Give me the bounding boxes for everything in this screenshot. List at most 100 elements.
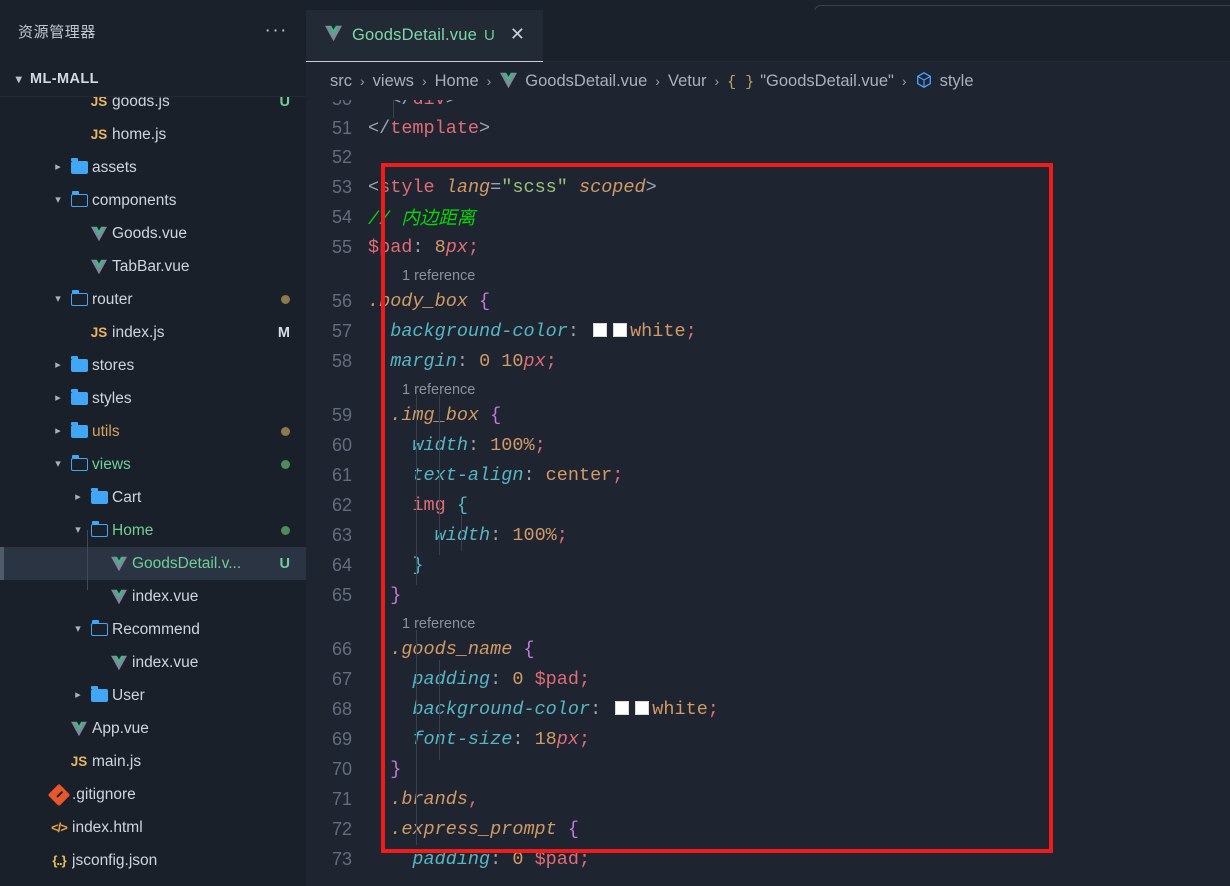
code-line-content[interactable]: }: [368, 759, 1230, 780]
breadcrumb-item-4[interactable]: GoodsDetail.vue: [499, 72, 647, 91]
indent-guide: [393, 100, 394, 118]
code-line-content[interactable]: .img_box {: [368, 405, 1230, 426]
tree-file-row[interactable]: App.vue: [0, 712, 306, 745]
code-line-content[interactable]: padding: 0 $pad;: [368, 849, 1230, 870]
code-line-content[interactable]: }: [368, 555, 1230, 576]
chevron-right-icon[interactable]: ▸: [50, 393, 66, 404]
workspace-root-label: ML-MALL: [30, 71, 99, 87]
code-line[interactable]: 51 </template>: [306, 113, 1230, 143]
tree-folder-row[interactable]: ▾ Recommend: [0, 613, 306, 646]
chevron-down-icon[interactable]: ▾: [70, 624, 86, 635]
tree-file-row[interactable]: GoodsDetail.v... U: [0, 547, 306, 580]
code-line[interactable]: 62 img {: [306, 490, 1230, 520]
tree-file-row[interactable]: index.vue: [0, 580, 306, 613]
tree-file-row[interactable]: JS goods.js U: [0, 97, 306, 118]
tree-folder-row[interactable]: ▾ views: [0, 448, 306, 481]
code-line-content[interactable]: </template>: [368, 118, 1230, 139]
chevron-down-icon[interactable]: ▾: [50, 294, 66, 305]
breadcrumb[interactable]: src › views › Home › GoodsDetail.vue › Vetur › { }…: [306, 62, 1230, 100]
code-line-content[interactable]: .express_prompt {: [368, 819, 1230, 840]
code-line[interactable]: 63 width: 100%;: [306, 520, 1230, 550]
code-line-content[interactable]: $pad: 8px;: [368, 237, 1230, 258]
tree-file-row[interactable]: Goods.vue: [0, 217, 306, 250]
code-line[interactable]: 57 background-color: white;: [306, 316, 1230, 346]
code-line[interactable]: 64 }: [306, 550, 1230, 580]
code-line[interactable]: 61 text-align: center;: [306, 460, 1230, 490]
tree-folder-row[interactable]: ▸ utils: [0, 415, 306, 448]
tree-file-row[interactable]: .gitignore: [0, 778, 306, 811]
close-icon[interactable]: ✕: [504, 25, 529, 46]
chevron-down-icon[interactable]: ▾: [8, 72, 30, 86]
tree-folder-row[interactable]: ▾ Home: [0, 514, 306, 547]
tree-folder-row[interactable]: ▾ components: [0, 184, 306, 217]
breadcrumb-item-5[interactable]: Vetur: [668, 72, 707, 91]
code-line-content[interactable]: margin: 0 10px;: [368, 351, 1230, 372]
code-line-content[interactable]: }: [368, 585, 1230, 606]
code-line[interactable]: 52: [306, 142, 1230, 172]
code-line[interactable]: 70 }: [306, 754, 1230, 784]
code-line-content[interactable]: background-color: white;: [368, 321, 1230, 342]
code-line[interactable]: 50 </div>: [306, 100, 1230, 114]
code-line[interactable]: 71 .brands,: [306, 784, 1230, 814]
code-line[interactable]: 59 .img_box {: [306, 400, 1230, 430]
tree-folder-row[interactable]: ▸ stores: [0, 349, 306, 382]
line-number: 70: [331, 758, 352, 779]
chevron-right-icon[interactable]: ▸: [70, 690, 86, 701]
workspace-root-row[interactable]: ▾ ML-MALL: [0, 62, 306, 96]
code-line-content[interactable]: .goods_name {: [368, 639, 1230, 660]
chevron-down-icon[interactable]: ▾: [70, 525, 86, 536]
tree-file-row[interactable]: </> index.html: [0, 811, 306, 844]
breadcrumb-item-2[interactable]: views: [373, 72, 414, 91]
code-line[interactable]: 58 margin: 0 10px;: [306, 346, 1230, 376]
chevron-right-icon[interactable]: ▸: [50, 360, 66, 371]
code-line-content[interactable]: img {: [368, 495, 1230, 516]
tree-file-row[interactable]: JS main.js: [0, 745, 306, 778]
code-line[interactable]: 73 padding: 0 $pad;: [306, 844, 1230, 874]
breadcrumb-item-6[interactable]: { } "GoodsDetail.vue": [727, 72, 894, 91]
tree-folder-row[interactable]: ▸ Cart: [0, 481, 306, 514]
code-line-content[interactable]: width: 100%;: [368, 435, 1230, 456]
code-line[interactable]: 69 font-size: 18px;: [306, 724, 1230, 754]
code-line[interactable]: 54 // 内边距离: [306, 202, 1230, 232]
breadcrumb-item-1[interactable]: src: [330, 72, 352, 91]
code-line-content[interactable]: text-align: center;: [368, 465, 1230, 486]
tree-folder-row[interactable]: ▾ router: [0, 283, 306, 316]
code-line[interactable]: 67 padding: 0 $pad;: [306, 664, 1230, 694]
more-actions-icon[interactable]: ···: [261, 20, 292, 42]
tree-file-row[interactable]: JS home.js: [0, 118, 306, 151]
code-line-content[interactable]: .body_box {: [368, 291, 1230, 312]
code-line[interactable]: 55 $pad: 8px;: [306, 232, 1230, 262]
tree-file-row[interactable]: {..} jsconfig.json: [0, 844, 306, 877]
code-line[interactable]: 72 .express_prompt {: [306, 814, 1230, 844]
tree-file-row[interactable]: index.vue: [0, 646, 306, 679]
code-line-content[interactable]: font-size: 18px;: [368, 729, 1230, 750]
breadcrumb-item-7[interactable]: style: [915, 71, 974, 91]
code-line-content[interactable]: padding: 0 $pad;: [368, 669, 1230, 690]
code-line[interactable]: 60 width: 100%;: [306, 430, 1230, 460]
tree-folder-row[interactable]: ▸ styles: [0, 382, 306, 415]
code-editor[interactable]: 50 </div> 51 </template> 52 53 <style lang="s…: [306, 100, 1230, 886]
code-line-content[interactable]: background-color: white;: [368, 699, 1230, 720]
code-line[interactable]: 68 background-color: white;: [306, 694, 1230, 724]
tree-file-row[interactable]: TabBar.vue: [0, 250, 306, 283]
code-line-content[interactable]: // 内边距离: [368, 204, 1230, 230]
code-line[interactable]: 53 <style lang="scss" scoped>: [306, 172, 1230, 202]
code-line[interactable]: 65 }: [306, 580, 1230, 610]
chevron-right-icon[interactable]: ▸: [70, 492, 86, 503]
tree-folder-row[interactable]: ▸ assets: [0, 151, 306, 184]
code-line[interactable]: 66 .goods_name {: [306, 634, 1230, 664]
chevron-down-icon[interactable]: ▾: [50, 459, 66, 470]
chevron-right-icon[interactable]: ▸: [50, 426, 66, 437]
tree-file-row[interactable]: JS index.js M: [0, 316, 306, 349]
chevron-down-icon[interactable]: ▾: [50, 195, 66, 206]
breadcrumb-item-3[interactable]: Home: [435, 72, 479, 91]
code-line-content[interactable]: <style lang="scss" scoped>: [368, 177, 1230, 198]
chevron-right-icon[interactable]: ▸: [50, 162, 66, 173]
code-line-content[interactable]: width: 100%;: [368, 525, 1230, 546]
file-tree[interactable]: JS goods.js U JS home.js ▸ assets ▾ components Go…: [0, 96, 306, 886]
code-line[interactable]: 56 .body_box {: [306, 286, 1230, 316]
code-line-content[interactable]: </div>: [368, 100, 1230, 110]
tree-folder-row[interactable]: ▸ User: [0, 679, 306, 712]
tab-goodsdetail-vue[interactable]: GoodsDetail.vue U ✕: [306, 10, 543, 62]
code-line-content[interactable]: .brands,: [368, 789, 1230, 810]
